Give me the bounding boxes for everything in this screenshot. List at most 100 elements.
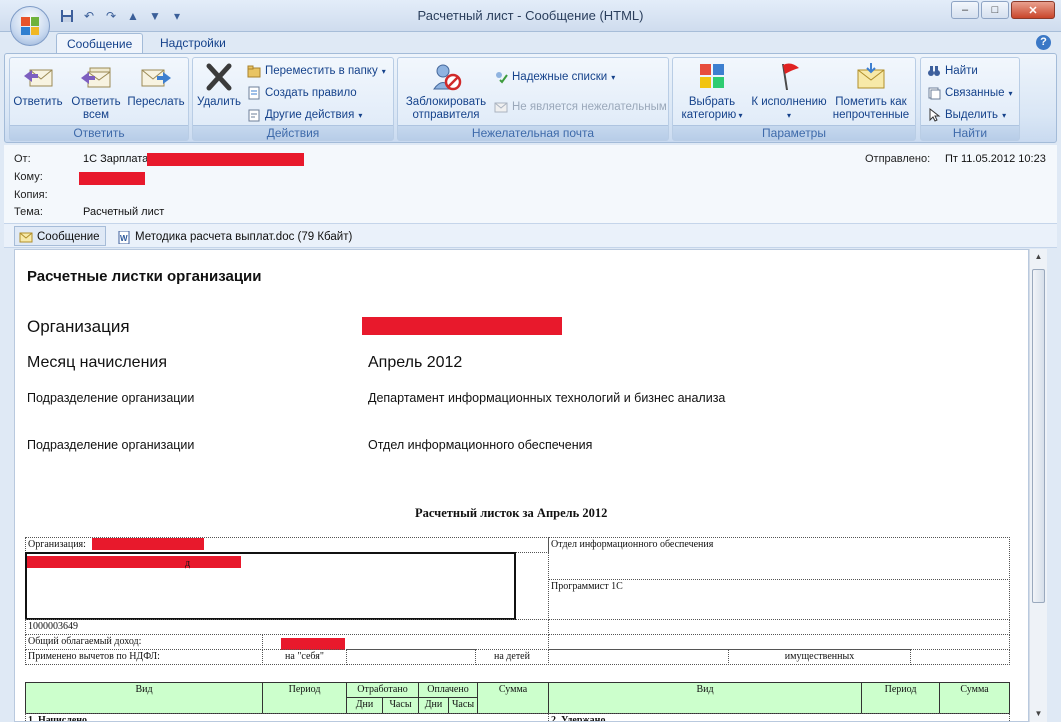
rule-icon [248, 86, 260, 100]
tab-addins[interactable]: Надстройки [150, 33, 236, 54]
forward-icon [141, 69, 171, 87]
body-heading: Расчетные листки организации [27, 268, 262, 285]
minimize-button[interactable]: – [951, 1, 979, 19]
from-value[interactable]: 1С Зарплата [83, 153, 148, 165]
empty-cell [548, 634, 1010, 650]
group-label-junk: Нежелательная почта [398, 125, 668, 140]
empty-cell [910, 649, 1010, 665]
help-icon[interactable]: ? [1036, 35, 1051, 50]
employee-number-cell: 1000003649 [25, 619, 549, 635]
svg-text:W: W [120, 234, 128, 243]
col-sum-right: Сумма [939, 682, 1010, 714]
related-button[interactable]: Связанные ▾ [927, 84, 1013, 102]
group-actions: Удалить Переместить в папку ▾ Создать пра… [192, 57, 394, 141]
col-days: Дни [346, 697, 383, 714]
block-sender-button[interactable]: Заблокировать отправителя [402, 62, 490, 122]
title-bar: ↶ ↷ ▲ ▼ ▾ Расчетный лист - Сообщение (HT… [0, 0, 1061, 32]
dept1-label: Подразделение организации [27, 391, 195, 405]
group-label-respond: Ответить [10, 125, 188, 140]
chevron-down-icon: ▾ [736, 111, 743, 120]
not-junk-button[interactable]: Не является нежелательным [494, 98, 667, 116]
office-logo-icon [21, 17, 39, 35]
col-sum-left: Сумма [477, 682, 549, 714]
dept2-label: Подразделение организации [27, 438, 195, 452]
org-label: Организация [27, 317, 130, 336]
reply-button[interactable]: Ответить [12, 62, 64, 109]
deduction-property-label: имущественных [728, 649, 911, 665]
section-withheld: 2. Удержано [548, 713, 1010, 721]
scroll-thumb[interactable] [1032, 269, 1045, 603]
group-label-find: Найти [921, 125, 1019, 140]
deduction-children-label: на детей [475, 649, 549, 665]
flag-icon [782, 63, 799, 90]
group-options: Выбрать категорию ▾ К исполнению ▾ Помет… [672, 57, 916, 141]
scroll-up-icon[interactable]: ▲ [1030, 249, 1047, 265]
tab-message[interactable]: Сообщение [56, 33, 144, 54]
cc-label: Копия: [14, 189, 48, 201]
related-icon [928, 87, 941, 100]
safe-lists-icon [496, 72, 508, 84]
dept2-value: Отдел информационного обеспечения [368, 438, 593, 452]
group-label-actions: Действия [193, 125, 393, 140]
window-title: Расчетный лист - Сообщение (HTML) [417, 8, 644, 23]
word-doc-icon: W [118, 230, 130, 244]
sent-label: Отправлено: [865, 153, 931, 165]
chevron-down-icon: ▾ [611, 72, 616, 82]
not-junk-icon [494, 102, 508, 113]
find-button[interactable]: Найти [927, 62, 978, 80]
col-kind-right: Вид [548, 682, 862, 714]
col-paid: Оплачено [418, 682, 478, 698]
close-button[interactable]: ✕ [1011, 1, 1055, 19]
forward-button[interactable]: Переслать [126, 62, 186, 109]
message-header: От: 1С Зарплата Кому: Копия: Тема: Расче… [4, 145, 1057, 223]
ribbon-tabs: Сообщение Надстройки ? [0, 32, 1061, 54]
subject-value: Расчетный лист [83, 206, 165, 218]
unread-envelope-icon [857, 63, 885, 89]
sheet-position-cell: Программист 1С [548, 579, 1010, 620]
cursor-icon [929, 108, 941, 122]
delete-button[interactable]: Удалить [195, 62, 243, 109]
reply-icon [24, 69, 53, 87]
group-respond: Ответить Ответить всем Переслать Ответит… [9, 57, 189, 141]
move-folder-icon [247, 65, 261, 78]
other-actions-icon [248, 109, 260, 122]
attachment-bar: Сообщение W Методика расчета выплат.doc … [4, 223, 1057, 248]
delete-icon [206, 63, 232, 91]
office-button[interactable] [10, 6, 50, 46]
from-label: От: [14, 153, 31, 165]
employee-fragment: д [185, 558, 191, 569]
chevron-down-icon: ▾ [1002, 110, 1007, 120]
col-kind-left: Вид [25, 682, 263, 714]
attachment-message[interactable]: Сообщение [14, 226, 106, 246]
other-actions-button[interactable]: Другие действия ▾ [247, 106, 362, 124]
subject-label: Тема: [14, 206, 43, 218]
follow-up-button[interactable]: К исполнению ▾ [751, 62, 827, 122]
mark-unread-button[interactable]: Пометить как непрочтенные [829, 62, 913, 122]
move-to-folder-button[interactable]: Переместить в папку ▾ [247, 62, 386, 80]
attachment-doc[interactable]: W Методика расчета выплат.doc (79 Кбайт) [112, 226, 358, 246]
ribbon: Ответить Ответить всем Переслать Ответит… [4, 53, 1057, 143]
create-rule-button[interactable]: Создать правило [247, 84, 357, 102]
chevron-down-icon: ▾ [358, 110, 363, 120]
vertical-scrollbar[interactable]: ▲ ▼ [1029, 249, 1047, 722]
col-days-paid: Дни [418, 697, 449, 714]
reply-all-button[interactable]: Ответить всем [66, 62, 126, 122]
envelope-icon [19, 232, 33, 242]
chevron-down-icon: ▾ [1008, 88, 1013, 98]
col-hours: Часы [382, 697, 419, 714]
safe-lists-button[interactable]: Надежные списки ▾ [494, 68, 615, 86]
window-frame [1047, 249, 1061, 722]
col-period-left: Период [262, 682, 347, 714]
group-junk: Заблокировать отправителя Надежные списк… [397, 57, 669, 141]
group-find: Найти Связанные ▾ Выделить ▾ Найти [920, 57, 1020, 141]
redaction-bar [147, 153, 304, 166]
deduction-self-label: на "себя" [262, 649, 347, 665]
deductions-label: Применено вычетов по НДФЛ: [25, 649, 263, 665]
scroll-down-icon[interactable]: ▼ [1030, 706, 1047, 722]
redaction-bar [27, 556, 241, 568]
categorize-button[interactable]: Выбрать категорию ▾ [675, 62, 749, 122]
maximize-button[interactable]: □ [981, 1, 1009, 19]
to-label: Кому: [14, 171, 43, 183]
empty-cell [346, 649, 476, 665]
select-button[interactable]: Выделить ▾ [927, 106, 1006, 124]
